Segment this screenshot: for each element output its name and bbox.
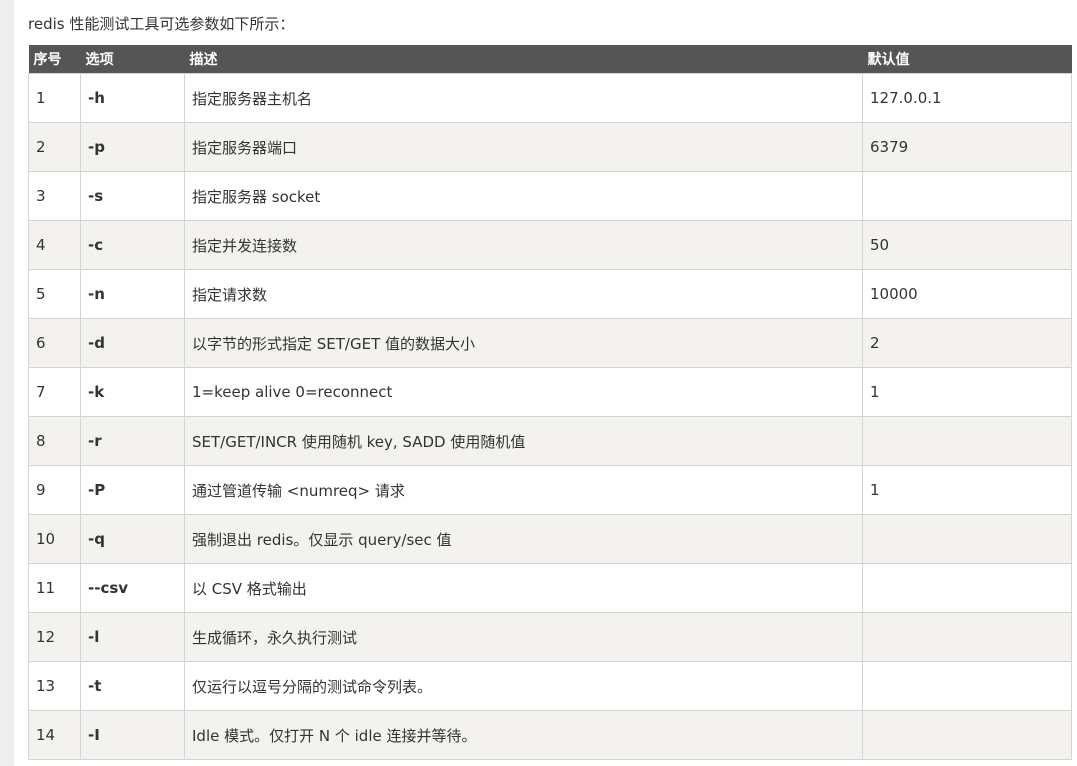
table-row: 12 -l 生成循环，永久执行测试 <box>28 612 1072 662</box>
cell-description: 指定并发连接数 <box>184 220 863 270</box>
cell-index: 5 <box>28 269 81 319</box>
table-row: 11 --csv 以 CSV 格式输出 <box>28 563 1072 613</box>
cell-description: 指定服务器端口 <box>184 122 863 172</box>
table-row: 6 -d 以字节的形式指定 SET/GET 值的数据大小 2 <box>28 318 1072 368</box>
cell-option: --csv <box>80 563 185 613</box>
cell-description: 生成循环，永久执行测试 <box>184 612 863 662</box>
cell-option: -t <box>80 661 185 711</box>
cell-index: 6 <box>28 318 81 368</box>
cell-default: 6379 <box>862 122 1072 172</box>
cell-default <box>862 416 1072 466</box>
cell-description: 指定服务器 socket <box>184 171 863 221</box>
table-row: 13 -t 仅运行以逗号分隔的测试命令列表。 <box>28 661 1072 711</box>
table-row: 10 -q 强制退出 redis。仅显示 query/sec 值 <box>28 514 1072 564</box>
cell-index: 10 <box>28 514 81 564</box>
cell-description: 强制退出 redis。仅显示 query/sec 值 <box>184 514 863 564</box>
cell-default <box>862 514 1072 564</box>
cell-index: 12 <box>28 612 81 662</box>
article-content: redis 性能测试工具可选参数如下所示： 序号 选项 描述 默认值 1 -h … <box>28 0 1077 760</box>
cell-index: 9 <box>28 465 81 515</box>
cell-index: 2 <box>28 122 81 172</box>
cell-option: -k <box>80 367 185 417</box>
cell-index: 1 <box>28 73 81 123</box>
cell-default <box>862 710 1072 760</box>
header-index: 序号 <box>28 45 81 74</box>
header-default: 默认值 <box>862 45 1072 74</box>
cell-option: -s <box>80 171 185 221</box>
table-row: 1 -h 指定服务器主机名 127.0.0.1 <box>28 73 1072 123</box>
cell-description: 以字节的形式指定 SET/GET 值的数据大小 <box>184 318 863 368</box>
cell-default: 50 <box>862 220 1072 270</box>
cell-index: 3 <box>28 171 81 221</box>
cell-description: 指定请求数 <box>184 269 863 319</box>
header-option: 选项 <box>80 45 185 74</box>
cell-index: 13 <box>28 661 81 711</box>
parameters-table: 序号 选项 描述 默认值 1 -h 指定服务器主机名 127.0.0.1 2 -… <box>28 45 1072 760</box>
cell-description: SET/GET/INCR 使用随机 key, SADD 使用随机值 <box>184 416 863 466</box>
cell-description: 1=keep alive 0=reconnect <box>184 367 863 417</box>
cell-default <box>862 171 1072 221</box>
cell-option: -h <box>80 73 185 123</box>
cell-default: 1 <box>862 367 1072 417</box>
cell-default: 1 <box>862 465 1072 515</box>
cell-description: 通过管道传输 <numreq> 请求 <box>184 465 863 515</box>
cell-description: 以 CSV 格式输出 <box>184 563 863 613</box>
cell-option: -P <box>80 465 185 515</box>
cell-description: 仅运行以逗号分隔的测试命令列表。 <box>184 661 863 711</box>
cell-option: -p <box>80 122 185 172</box>
cell-option: -I <box>80 710 185 760</box>
cell-option: -r <box>80 416 185 466</box>
table-row: 14 -I Idle 模式。仅打开 N 个 idle 连接并等待。 <box>28 710 1072 760</box>
cell-option: -n <box>80 269 185 319</box>
cell-default: 10000 <box>862 269 1072 319</box>
cell-default <box>862 612 1072 662</box>
cell-default: 127.0.0.1 <box>862 73 1072 123</box>
table-row: 4 -c 指定并发连接数 50 <box>28 220 1072 270</box>
intro-text: redis 性能测试工具可选参数如下所示： <box>28 15 295 33</box>
cell-index: 14 <box>28 710 81 760</box>
table-row: 5 -n 指定请求数 10000 <box>28 269 1072 319</box>
table-row: 3 -s 指定服务器 socket <box>28 171 1072 221</box>
left-gutter <box>0 0 14 766</box>
cell-index: 11 <box>28 563 81 613</box>
cell-default <box>862 661 1072 711</box>
cell-index: 8 <box>28 416 81 466</box>
cell-default: 2 <box>862 318 1072 368</box>
table-row: 9 -P 通过管道传输 <numreq> 请求 1 <box>28 465 1072 515</box>
table-header-row: 序号 选项 描述 默认值 <box>28 45 1072 74</box>
cell-description: 指定服务器主机名 <box>184 73 863 123</box>
table-row: 2 -p 指定服务器端口 6379 <box>28 122 1072 172</box>
cell-option: -l <box>80 612 185 662</box>
table-row: 8 -r SET/GET/INCR 使用随机 key, SADD 使用随机值 <box>28 416 1072 466</box>
cell-option: -d <box>80 318 185 368</box>
table-row: 7 -k 1=keep alive 0=reconnect 1 <box>28 367 1072 417</box>
cell-index: 4 <box>28 220 81 270</box>
cell-default <box>862 563 1072 613</box>
cell-option: -c <box>80 220 185 270</box>
cell-index: 7 <box>28 367 81 417</box>
header-description: 描述 <box>184 45 863 74</box>
cell-option: -q <box>80 514 185 564</box>
cell-description: Idle 模式。仅打开 N 个 idle 连接并等待。 <box>184 710 863 760</box>
